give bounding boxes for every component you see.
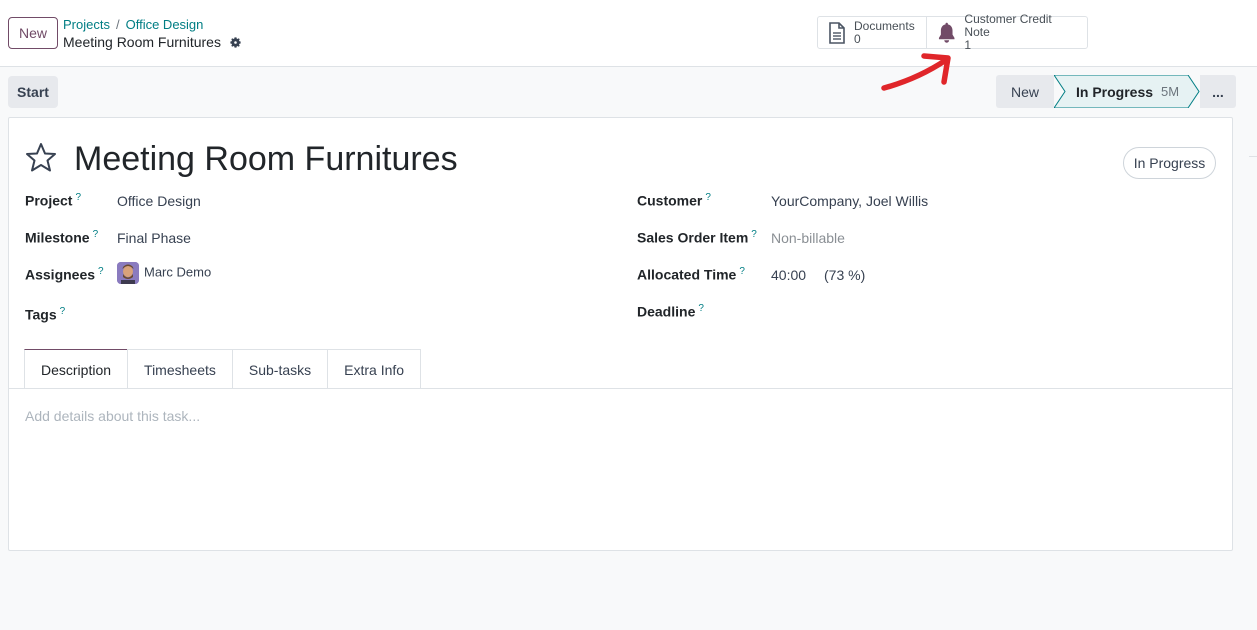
tab-divider [9, 388, 1232, 389]
notebook-tabs: Description Timesheets Sub-tasks Extra I… [24, 349, 422, 389]
breadcrumb-separator: / [115, 17, 120, 32]
assignee-name: Marc Demo [144, 264, 212, 280]
customer-credit-note-smart-button[interactable]: Customer Credit Note 1 [926, 13, 1087, 52]
sales-order-item-value[interactable]: Non-billable [771, 230, 845, 246]
help-icon[interactable]: ? [705, 192, 711, 203]
breadcrumb-office-design-link[interactable]: Office Design [126, 17, 204, 32]
tab-extra-info[interactable]: Extra Info [327, 349, 422, 389]
help-icon[interactable]: ? [75, 192, 81, 203]
help-icon[interactable]: ? [98, 266, 104, 277]
allocated-time-percentage: (73 %) [824, 267, 866, 283]
form-sheet: Meeting Room Furnitures In Progress Proj… [8, 117, 1233, 551]
sales-order-item-label: Sales Order Item? [637, 229, 757, 246]
document-icon [829, 21, 845, 44]
tags-field[interactable] [117, 306, 597, 326]
documents-label: Documents [854, 18, 915, 33]
status-bar: Start New In Progress 5M ... [0, 67, 1257, 116]
stage-pipeline: New In Progress 5M ... [996, 75, 1236, 108]
milestone-label: Milestone? [25, 229, 99, 246]
help-icon[interactable]: ? [698, 303, 704, 314]
record-title: Meeting Room Furnitures [63, 34, 221, 50]
start-button[interactable]: Start [8, 76, 58, 108]
stage-in-progress-label: In Progress [1076, 83, 1154, 100]
description-editor[interactable]: Add details about this task... [25, 408, 200, 424]
help-icon[interactable]: ? [751, 229, 757, 240]
tags-label: Tags? [25, 306, 66, 323]
allocated-time-label: Allocated Time? [637, 266, 745, 283]
project-label: Project? [25, 192, 82, 209]
assignees-label: Assignees? [25, 266, 104, 283]
tab-description[interactable]: Description [24, 349, 129, 389]
allocated-time-value[interactable]: 40:00 [771, 267, 806, 283]
project-value[interactable]: Office Design [117, 193, 201, 209]
gear-icon[interactable] [229, 36, 242, 49]
stage-in-progress[interactable]: In Progress 5M [1054, 75, 1200, 108]
deadline-field[interactable] [771, 303, 1211, 323]
help-icon[interactable]: ? [60, 306, 66, 317]
star-icon[interactable] [25, 142, 57, 172]
control-panel: New Projects / Office Design Meeting Roo… [0, 0, 1257, 67]
new-record-button[interactable]: New [8, 17, 58, 49]
breadcrumb: Projects / Office Design [63, 17, 203, 32]
bell-icon [938, 22, 955, 43]
customer-credit-note-label: Customer Credit Note [964, 12, 1052, 39]
breadcrumb-projects-link[interactable]: Projects [63, 17, 110, 32]
customer-label: Customer? [637, 192, 711, 209]
documents-count: 0 [854, 31, 861, 46]
record-title-row: Meeting Room Furnitures [63, 34, 242, 50]
task-title[interactable]: Meeting Room Furnitures [74, 140, 458, 179]
customer-credit-note-count: 1 [964, 38, 972, 52]
deadline-label: Deadline? [637, 303, 704, 320]
milestone-value[interactable]: Final Phase [117, 230, 191, 246]
help-icon[interactable]: ? [93, 229, 99, 240]
stage-duration: 5M [1161, 84, 1180, 99]
smart-buttons: Documents 0 Customer Credit Note 1 [817, 13, 1088, 52]
tab-timesheets[interactable]: Timesheets [127, 349, 233, 389]
assignee-tag[interactable]: Marc Demo [117, 262, 211, 284]
documents-smart-button[interactable]: Documents 0 [818, 17, 926, 48]
more-stages-button[interactable]: ... [1200, 75, 1236, 108]
customer-value[interactable]: YourCompany, Joel Willis [771, 193, 928, 209]
help-icon[interactable]: ? [739, 266, 745, 277]
status-badge[interactable]: In Progress [1123, 147, 1216, 179]
avatar [117, 262, 139, 284]
tab-sub-tasks[interactable]: Sub-tasks [231, 349, 329, 389]
stage-new[interactable]: New [996, 75, 1054, 108]
divider [1249, 156, 1257, 157]
